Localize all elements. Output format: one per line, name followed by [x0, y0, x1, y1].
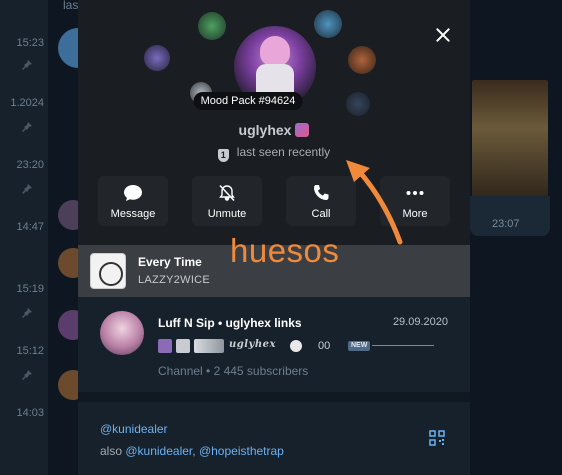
username-link[interactable]: @kunidealer — [100, 422, 168, 436]
username-link[interactable]: @kunidealer — [125, 444, 192, 458]
bell-off-icon — [219, 184, 235, 202]
close-button[interactable] — [432, 24, 454, 46]
pin-icon — [22, 60, 32, 70]
personal-channel-row[interactable]: Luff N Sip • uglyhex links 29.09.2020 ug… — [78, 297, 470, 392]
pin-icon — [22, 308, 32, 318]
message-bubble-icon — [124, 185, 142, 201]
status-text: last seen recently — [236, 145, 331, 159]
unmute-button[interactable]: Unmute — [192, 176, 262, 226]
message-bubble — [470, 196, 550, 236]
mood-sticker-icon — [198, 12, 226, 40]
also-prefix: also — [100, 444, 123, 458]
chat-time: 15:12 — [16, 345, 44, 357]
username-link[interactable]: @hopeisthetrap — [199, 444, 284, 458]
pin-icon — [22, 122, 32, 132]
channel-name: Luff N Sip • uglyhex links — [158, 316, 302, 330]
chat-time: 1.2024 — [10, 97, 44, 109]
channel-subtitle: Channel • 2 445 subscribers — [158, 364, 309, 378]
channel-last-post: uglyhex 00 NEW — [158, 339, 448, 353]
avatar-hair — [260, 36, 290, 66]
pin-icon — [22, 370, 32, 380]
message-photo — [472, 80, 548, 200]
separator: , — [192, 444, 196, 458]
section-divider — [78, 392, 470, 402]
also-usernames: also @kunidealer, @hopeisthetrap — [100, 444, 284, 458]
post-emoji-icon — [194, 339, 224, 353]
wave-decoration — [372, 345, 434, 346]
mood-badge[interactable]: Mood Pack #94624 — [193, 92, 303, 110]
action-label: Unmute — [207, 208, 247, 220]
profile-name: uglyhex — [78, 122, 470, 138]
arrow-annotation-icon — [346, 160, 403, 245]
annotation-text: huesos — [230, 232, 340, 269]
profile-name-text: uglyhex — [238, 122, 292, 138]
post-emoji-icon — [158, 339, 172, 353]
chat-list-column: 15:23 1.2024 23:20 14:47 15:19 15:12 14:… — [0, 0, 48, 475]
mood-sticker-icon — [346, 92, 370, 116]
username-section: @kunidealer also @kunidealer, @hopeisthe… — [78, 402, 470, 475]
message-time: 23:07 — [492, 218, 520, 230]
mood-sticker-icon — [314, 10, 342, 38]
phone-icon — [314, 185, 329, 200]
chat-time: 14:03 — [16, 407, 44, 419]
song-artist: LAZZY2WICE — [138, 274, 211, 286]
mood-sticker-icon — [348, 46, 376, 74]
emoji-status-icon — [295, 123, 310, 137]
chat-time: 15:23 — [16, 37, 44, 49]
message-button[interactable]: Message — [98, 176, 168, 226]
mood-sticker-icon — [144, 45, 170, 71]
new-badge: NEW — [348, 341, 371, 351]
chat-time: 23:20 — [16, 159, 44, 171]
chat-time: 15:19 — [16, 283, 44, 295]
check-icon — [290, 340, 302, 352]
song-cover — [90, 253, 126, 289]
chat-time: 14:47 — [16, 221, 44, 233]
qr-code-icon[interactable] — [429, 430, 445, 446]
pin-icon — [22, 184, 32, 194]
post-count: 00 — [318, 340, 331, 352]
channel-avatar — [100, 311, 144, 355]
action-label: Message — [110, 208, 156, 220]
song-title: Every Time — [138, 255, 202, 269]
channel-date: 29.09.2020 — [392, 316, 448, 328]
post-emoji-icon — [176, 339, 190, 353]
shield-icon: 1 — [217, 149, 229, 162]
post-handle: uglyhex — [229, 339, 276, 350]
